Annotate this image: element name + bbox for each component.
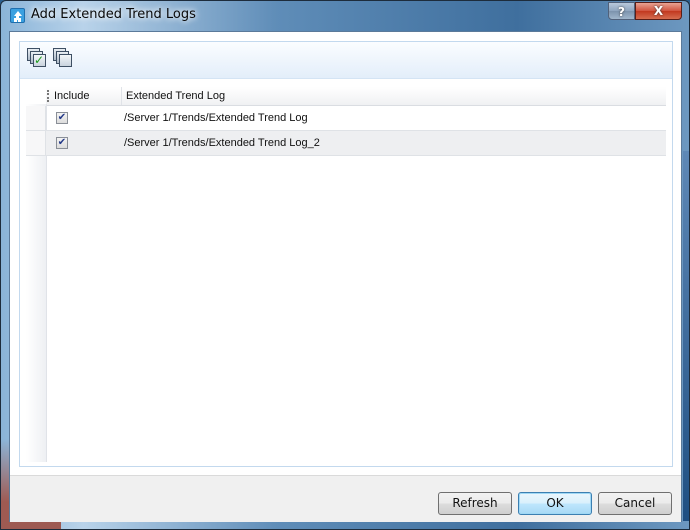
- column-header-include[interactable]: Include: [50, 87, 122, 105]
- include-checkbox[interactable]: ✔: [56, 137, 68, 149]
- grid-header: Include Extended Trend Log: [46, 87, 666, 106]
- trend-log-grid: Include Extended Trend Log ✔ /Server 1/T…: [26, 84, 667, 462]
- column-header-extended-trend-log[interactable]: Extended Trend Log: [122, 87, 662, 105]
- app-upload-icon: [10, 8, 25, 23]
- row-header-column: [26, 104, 47, 462]
- toolbar: ✓: [20, 42, 672, 79]
- close-button[interactable]: X: [635, 2, 682, 20]
- refresh-button[interactable]: Refresh: [438, 492, 512, 515]
- dialog-window: Add Extended Trend Logs ? X ✓ Include Ex…: [0, 0, 690, 530]
- table-row[interactable]: ✔ /Server 1/Trends/Extended Trend Log: [26, 106, 666, 131]
- trend-log-path: /Server 1/Trends/Extended Trend Log: [124, 112, 308, 124]
- deselect-all-button[interactable]: [53, 48, 77, 72]
- row-header[interactable]: [26, 131, 46, 156]
- background-window-edge: [683, 151, 689, 521]
- content-panel: ✓ Include Extended Trend Log ✔ /Server 1…: [19, 41, 673, 467]
- table-row[interactable]: ✔ /Server 1/Trends/Extended Trend Log_2: [26, 131, 666, 156]
- select-all-button[interactable]: ✓: [27, 48, 51, 72]
- title-bar[interactable]: Add Extended Trend Logs ? X: [1, 1, 690, 31]
- include-checkbox[interactable]: ✔: [56, 112, 68, 124]
- trend-log-path: /Server 1/Trends/Extended Trend Log_2: [124, 137, 320, 149]
- help-button[interactable]: ?: [608, 2, 635, 20]
- window-title: Add Extended Trend Logs: [31, 7, 196, 22]
- dialog-client-area: ✓ Include Extended Trend Log ✔ /Server 1…: [9, 31, 682, 522]
- dialog-footer: Refresh OK Cancel: [10, 475, 681, 522]
- cancel-button[interactable]: Cancel: [598, 492, 672, 515]
- ok-button[interactable]: OK: [518, 492, 592, 515]
- row-header[interactable]: [26, 106, 46, 131]
